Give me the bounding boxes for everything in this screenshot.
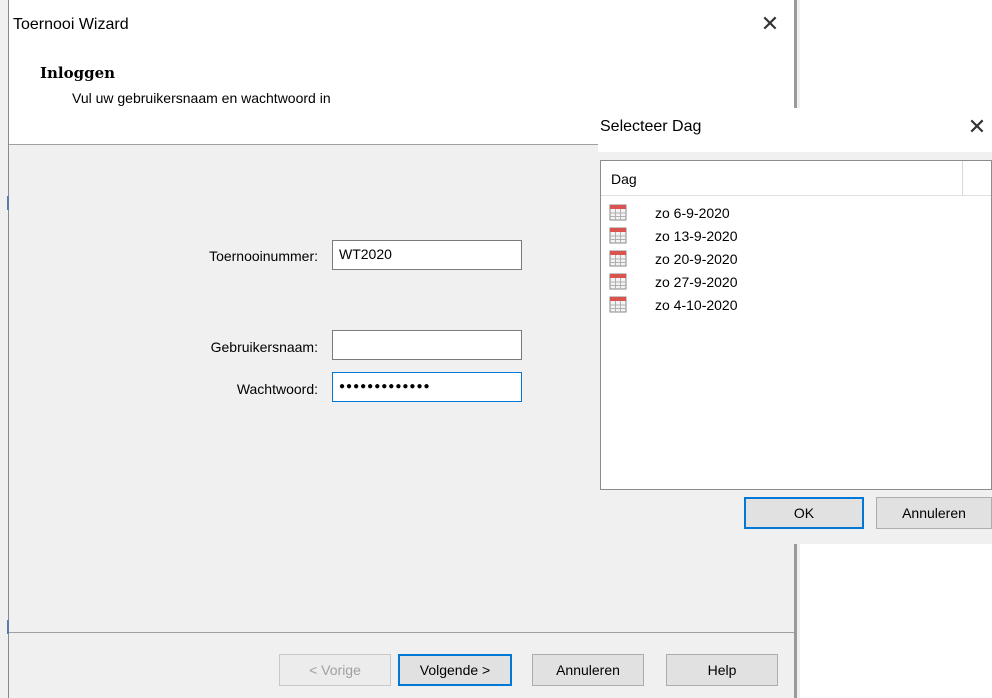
page-subtitle: Vul uw gebruikersnaam en wachtwoord in bbox=[72, 90, 331, 106]
dialog-cancel-button[interactable]: Annuleren bbox=[876, 497, 992, 529]
calendar-icon bbox=[609, 295, 627, 313]
close-icon[interactable]: ✕ bbox=[964, 114, 990, 140]
calendar-icon bbox=[609, 203, 627, 221]
select-day-dialog: Selecteer Dag ✕ Dag zo 6-9-2020 zo 13-9-2… bbox=[598, 108, 992, 544]
dialog-title: Selecteer Dag bbox=[600, 118, 702, 135]
window-title: Toernooi Wizard bbox=[13, 16, 129, 33]
day-label: zo 20-9-2020 bbox=[655, 251, 738, 267]
dialog-title-bar: Selecteer Dag ✕ bbox=[598, 108, 992, 152]
cancel-button[interactable]: Annuleren bbox=[532, 654, 644, 686]
list-item[interactable]: zo 20-9-2020 bbox=[601, 249, 801, 271]
day-label: zo 27-9-2020 bbox=[655, 274, 738, 290]
calendar-icon bbox=[609, 272, 627, 290]
help-button[interactable]: Help bbox=[666, 654, 778, 686]
next-button[interactable]: Volgende > bbox=[398, 654, 512, 686]
ok-button[interactable]: OK bbox=[744, 497, 864, 529]
tournament-number-label: Toernooinummer: bbox=[209, 248, 318, 264]
list-item[interactable]: zo 13-9-2020 bbox=[601, 226, 801, 248]
list-item[interactable]: zo 4-10-2020 bbox=[601, 295, 801, 317]
calendar-icon bbox=[609, 249, 627, 267]
day-label: zo 4-10-2020 bbox=[655, 297, 738, 313]
back-button[interactable]: < Vorige bbox=[279, 654, 391, 686]
day-label: zo 13-9-2020 bbox=[655, 228, 738, 244]
column-header-dag[interactable]: Dag bbox=[611, 171, 637, 187]
title-bar: Toernooi Wizard ✕ bbox=[9, 0, 794, 52]
username-input[interactable] bbox=[332, 330, 522, 360]
page-title: Inloggen bbox=[40, 64, 116, 82]
calendar-icon bbox=[609, 226, 627, 244]
list-item[interactable]: zo 27-9-2020 bbox=[601, 272, 801, 294]
list-item[interactable]: zo 6-9-2020 bbox=[601, 203, 801, 225]
username-label: Gebruikersnaam: bbox=[210, 339, 318, 355]
edge-marker bbox=[7, 196, 9, 210]
tournament-number-input[interactable]: WT2020 bbox=[332, 240, 522, 270]
column-divider bbox=[962, 161, 963, 195]
day-list[interactable]: Dag zo 6-9-2020 zo 13-9-2020 zo 20-9-2020 z… bbox=[600, 160, 992, 490]
footer-divider bbox=[9, 632, 794, 633]
password-label: Wachtwoord: bbox=[236, 381, 318, 397]
close-icon[interactable]: ✕ bbox=[758, 12, 782, 36]
list-header: Dag bbox=[601, 161, 991, 196]
day-label: zo 6-9-2020 bbox=[655, 205, 730, 221]
password-input[interactable]: ●●●●●●●●●●●●● bbox=[332, 372, 522, 402]
